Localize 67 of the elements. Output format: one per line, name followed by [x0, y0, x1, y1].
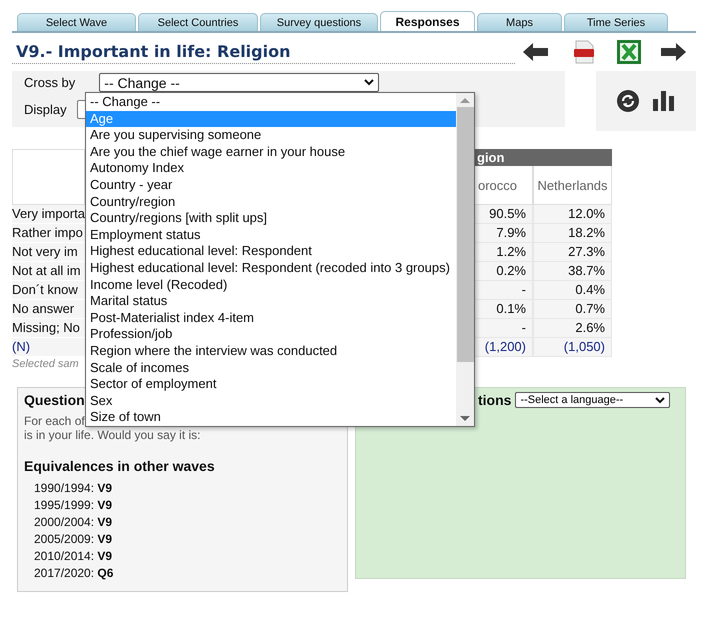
question-text: is in your life. Would you say it is:: [24, 428, 201, 442]
table-cell: 12.0%: [533, 205, 612, 224]
dropdown-option[interactable]: Size of town: [86, 409, 456, 426]
equivalences-heading: Equivalences in other waves: [24, 458, 216, 474]
spreadsheet-icon[interactable]: [617, 40, 641, 64]
page-title: V9.- Important in life: Religion: [12, 40, 515, 64]
row-label: Rather impo: [12, 224, 85, 243]
row-label: Not very im: [12, 243, 85, 262]
equivalence-line: 2000/2004: V9: [33, 514, 114, 531]
pdf-icon[interactable]: [573, 40, 595, 64]
table-cell: 27.3%: [533, 243, 612, 262]
tab[interactable]: Survey questions: [260, 13, 378, 31]
refresh-icon[interactable]: [617, 90, 639, 112]
translations-heading: tions: [478, 392, 512, 408]
tab[interactable]: Select Countries: [138, 13, 258, 31]
table-cell: 18.2%: [533, 224, 612, 243]
tab[interactable]: Maps: [477, 13, 562, 31]
dropdown-option[interactable]: Country/regions [with split ups]: [86, 210, 456, 227]
left-arrow-icon[interactable]: [523, 43, 548, 61]
right-arrow-icon[interactable]: [661, 43, 686, 61]
tab[interactable]: Responses: [380, 11, 475, 31]
equivalence-line: 1990/1994: V9: [33, 480, 114, 497]
table-cell: 0.7%: [533, 300, 612, 319]
table-cell: 0.4%: [533, 281, 612, 300]
display-label: Display: [24, 102, 67, 117]
scroll-thumb[interactable]: [456, 107, 474, 362]
dropdown-option[interactable]: Highest educational level: Respondent: [86, 243, 456, 260]
row-label: Very importa: [12, 205, 85, 224]
row-label: Not at all im: [12, 262, 85, 281]
bar-chart-icon[interactable]: [653, 91, 675, 111]
dropdown-option[interactable]: Marital status: [86, 293, 456, 310]
cross-by-label: Cross by: [24, 75, 76, 90]
dropdown-option[interactable]: -- Change --: [86, 94, 456, 111]
column-header: Netherlands: [533, 166, 612, 205]
chevron-icon: [364, 79, 374, 86]
question-text: For each of: [24, 414, 85, 428]
dropdown-option[interactable]: Region where the interview was conducted: [86, 342, 456, 360]
dropdown-option[interactable]: Highest educational level: Respondent (recoded into 3 groups): [86, 260, 456, 277]
cross-by-select[interactable]: -- Change --: [99, 73, 380, 92]
language-select[interactable]: --Select a language--: [515, 392, 670, 408]
chevron-icon: [655, 396, 666, 404]
dropdown-option[interactable]: Are you supervising someone: [86, 127, 456, 144]
row-label: Don´t know: [12, 281, 85, 300]
dropdown-option[interactable]: Post-Materialist index 4-item: [86, 310, 456, 326]
row-label: Missing; No: [12, 319, 85, 338]
equivalence-line: 1995/1999: V9: [33, 497, 114, 514]
table-note: Selected sam: [12, 358, 79, 372]
dropdown-option[interactable]: Scale of incomes: [86, 360, 456, 376]
dropdown-option[interactable]: Sector of employment: [86, 376, 456, 393]
scrollbar[interactable]: [456, 93, 474, 426]
tab[interactable]: Time Series: [564, 13, 668, 31]
dropdown-option[interactable]: Profession/job: [86, 326, 456, 343]
row-label: No answer: [12, 300, 85, 319]
dropdown-option[interactable]: Country - year: [86, 176, 456, 194]
equivalence-line: 2010/2014: V9: [33, 548, 114, 565]
tab[interactable]: Select Wave: [17, 13, 136, 31]
equivalence-line: 2017/2020: Q6: [33, 565, 114, 582]
question-heading: Question: [24, 392, 85, 408]
table-cell: (1,050): [533, 338, 612, 357]
row-label: (N): [12, 338, 85, 357]
dropdown-option[interactable]: Country/region: [86, 194, 456, 210]
dropdown-option[interactable]: Employment status: [86, 226, 456, 244]
dropdown-option[interactable]: Sex: [86, 392, 456, 410]
equivalence-line: 2005/2009: V9: [33, 531, 114, 548]
table-cell: 38.7%: [533, 262, 612, 281]
table-cell: 2.6%: [533, 319, 612, 338]
dropdown-option[interactable]: Income level (Recoded): [86, 276, 456, 294]
